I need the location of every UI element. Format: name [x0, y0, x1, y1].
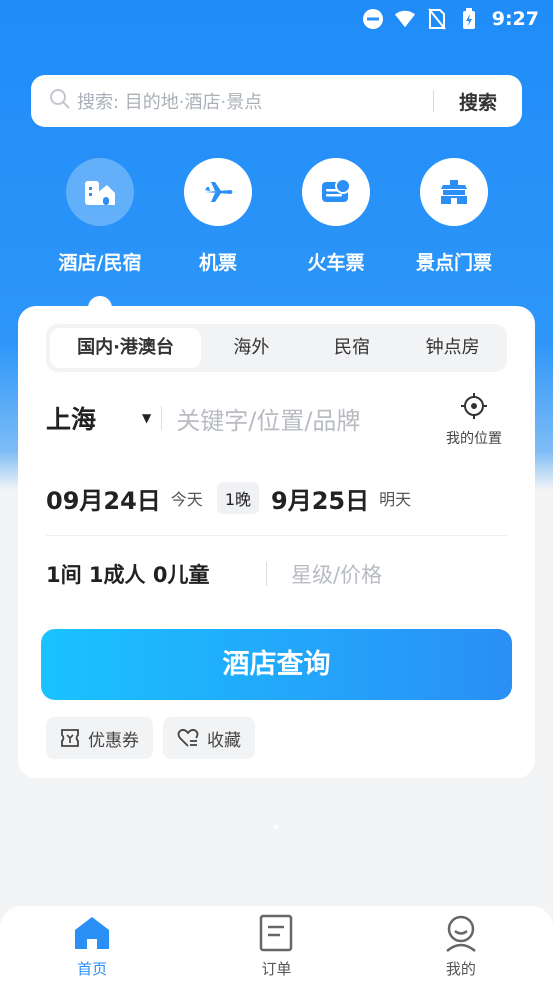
locate-label: 我的位置: [446, 431, 502, 447]
train-icon: [302, 158, 370, 226]
category-attraction[interactable]: 景点门票: [394, 158, 514, 275]
nav-label: 我的: [445, 960, 476, 978]
tab-hourly[interactable]: 钟点房: [402, 328, 503, 368]
city-selector[interactable]: 上海: [46, 400, 142, 436]
category-label: 景点门票: [415, 252, 492, 274]
category-nav: 酒店/民宿 机票 火车票 景点门票: [40, 158, 513, 278]
date-row[interactable]: 09月24日 今天 1晚 9月25日 明天: [46, 476, 507, 520]
do-not-disturb-icon: [362, 8, 384, 30]
nav-label: 订单: [261, 960, 292, 978]
coupon-label: 优惠券: [88, 730, 139, 751]
star-price-selector[interactable]: 星级/价格: [291, 559, 382, 589]
hotel-search-button[interactable]: 酒店查询: [41, 629, 512, 700]
nav-orders[interactable]: 订单: [184, 906, 368, 983]
locate-icon: [461, 393, 487, 419]
hotel-icon: [66, 158, 134, 226]
row-divider: [46, 535, 507, 536]
region-tabs: 国内·港澳台 海外 民宿 钟点房: [46, 324, 507, 372]
category-flight[interactable]: 机票: [158, 158, 278, 275]
category-label: 机票: [198, 252, 237, 274]
page-indicator: [274, 825, 278, 829]
search-bar[interactable]: 搜索: 目的地·酒店·景点 搜索: [31, 75, 522, 127]
checkin-date[interactable]: 09月24日: [46, 481, 161, 516]
nav-home[interactable]: 首页: [0, 906, 184, 983]
profile-icon: [445, 915, 476, 952]
coupon-icon: [61, 729, 79, 747]
keyword-input[interactable]: 关键字/位置/品牌: [176, 401, 441, 436]
wifi-icon: [394, 8, 416, 30]
category-hotel[interactable]: 酒店/民宿: [40, 158, 160, 275]
nav-label: 首页: [77, 960, 108, 978]
battery-icon: [458, 8, 480, 30]
checkout-day: 明天: [379, 490, 412, 509]
destination-row: 上海 ▼ 关键字/位置/品牌 我的位置: [46, 388, 507, 448]
guest-row: 1间 1成人 0儿童 星级/价格: [46, 552, 507, 596]
booking-card: 国内·港澳台 海外 民宿 钟点房 上海 ▼ 关键字/位置/品牌 我的位置 09月…: [18, 306, 535, 778]
favorites-label: 收藏: [207, 730, 241, 751]
no-sim-icon: [426, 8, 448, 30]
status-bar: 9:27: [0, 0, 553, 38]
coupon-chip[interactable]: 优惠券: [46, 717, 153, 759]
home-icon: [75, 917, 110, 949]
nights-badge: 1晚: [216, 482, 259, 514]
attraction-icon: [420, 158, 488, 226]
clock: 9:27: [491, 8, 539, 30]
field-divider: [266, 562, 267, 586]
search-input[interactable]: 搜索: 目的地·酒店·景点: [77, 88, 433, 114]
quick-links: 优惠券 收藏: [46, 717, 255, 759]
search-button[interactable]: 搜索: [434, 88, 522, 115]
search-icon: [49, 88, 71, 114]
order-icon: [260, 914, 293, 952]
room-guest-selector[interactable]: 1间 1成人 0儿童: [46, 559, 266, 589]
bottom-nav: 首页 订单 我的: [0, 906, 553, 983]
tab-domestic[interactable]: 国内·港澳台: [50, 328, 201, 368]
category-train[interactable]: 火车票: [276, 158, 396, 275]
heart-icon: [177, 728, 199, 747]
field-divider: [161, 406, 163, 430]
favorites-chip[interactable]: 收藏: [163, 717, 255, 759]
my-location-button[interactable]: 我的位置: [441, 392, 507, 448]
category-label: 酒店/民宿: [58, 252, 142, 274]
nav-profile[interactable]: 我的: [369, 906, 553, 983]
checkout-date[interactable]: 9月25日: [271, 481, 369, 516]
plane-icon: [184, 158, 252, 226]
tab-homestay[interactable]: 民宿: [302, 328, 403, 368]
tab-overseas[interactable]: 海外: [201, 328, 302, 368]
category-label: 火车票: [307, 252, 365, 274]
caret-down-icon[interactable]: ▼: [142, 411, 151, 425]
checkin-day: 今天: [170, 490, 203, 509]
